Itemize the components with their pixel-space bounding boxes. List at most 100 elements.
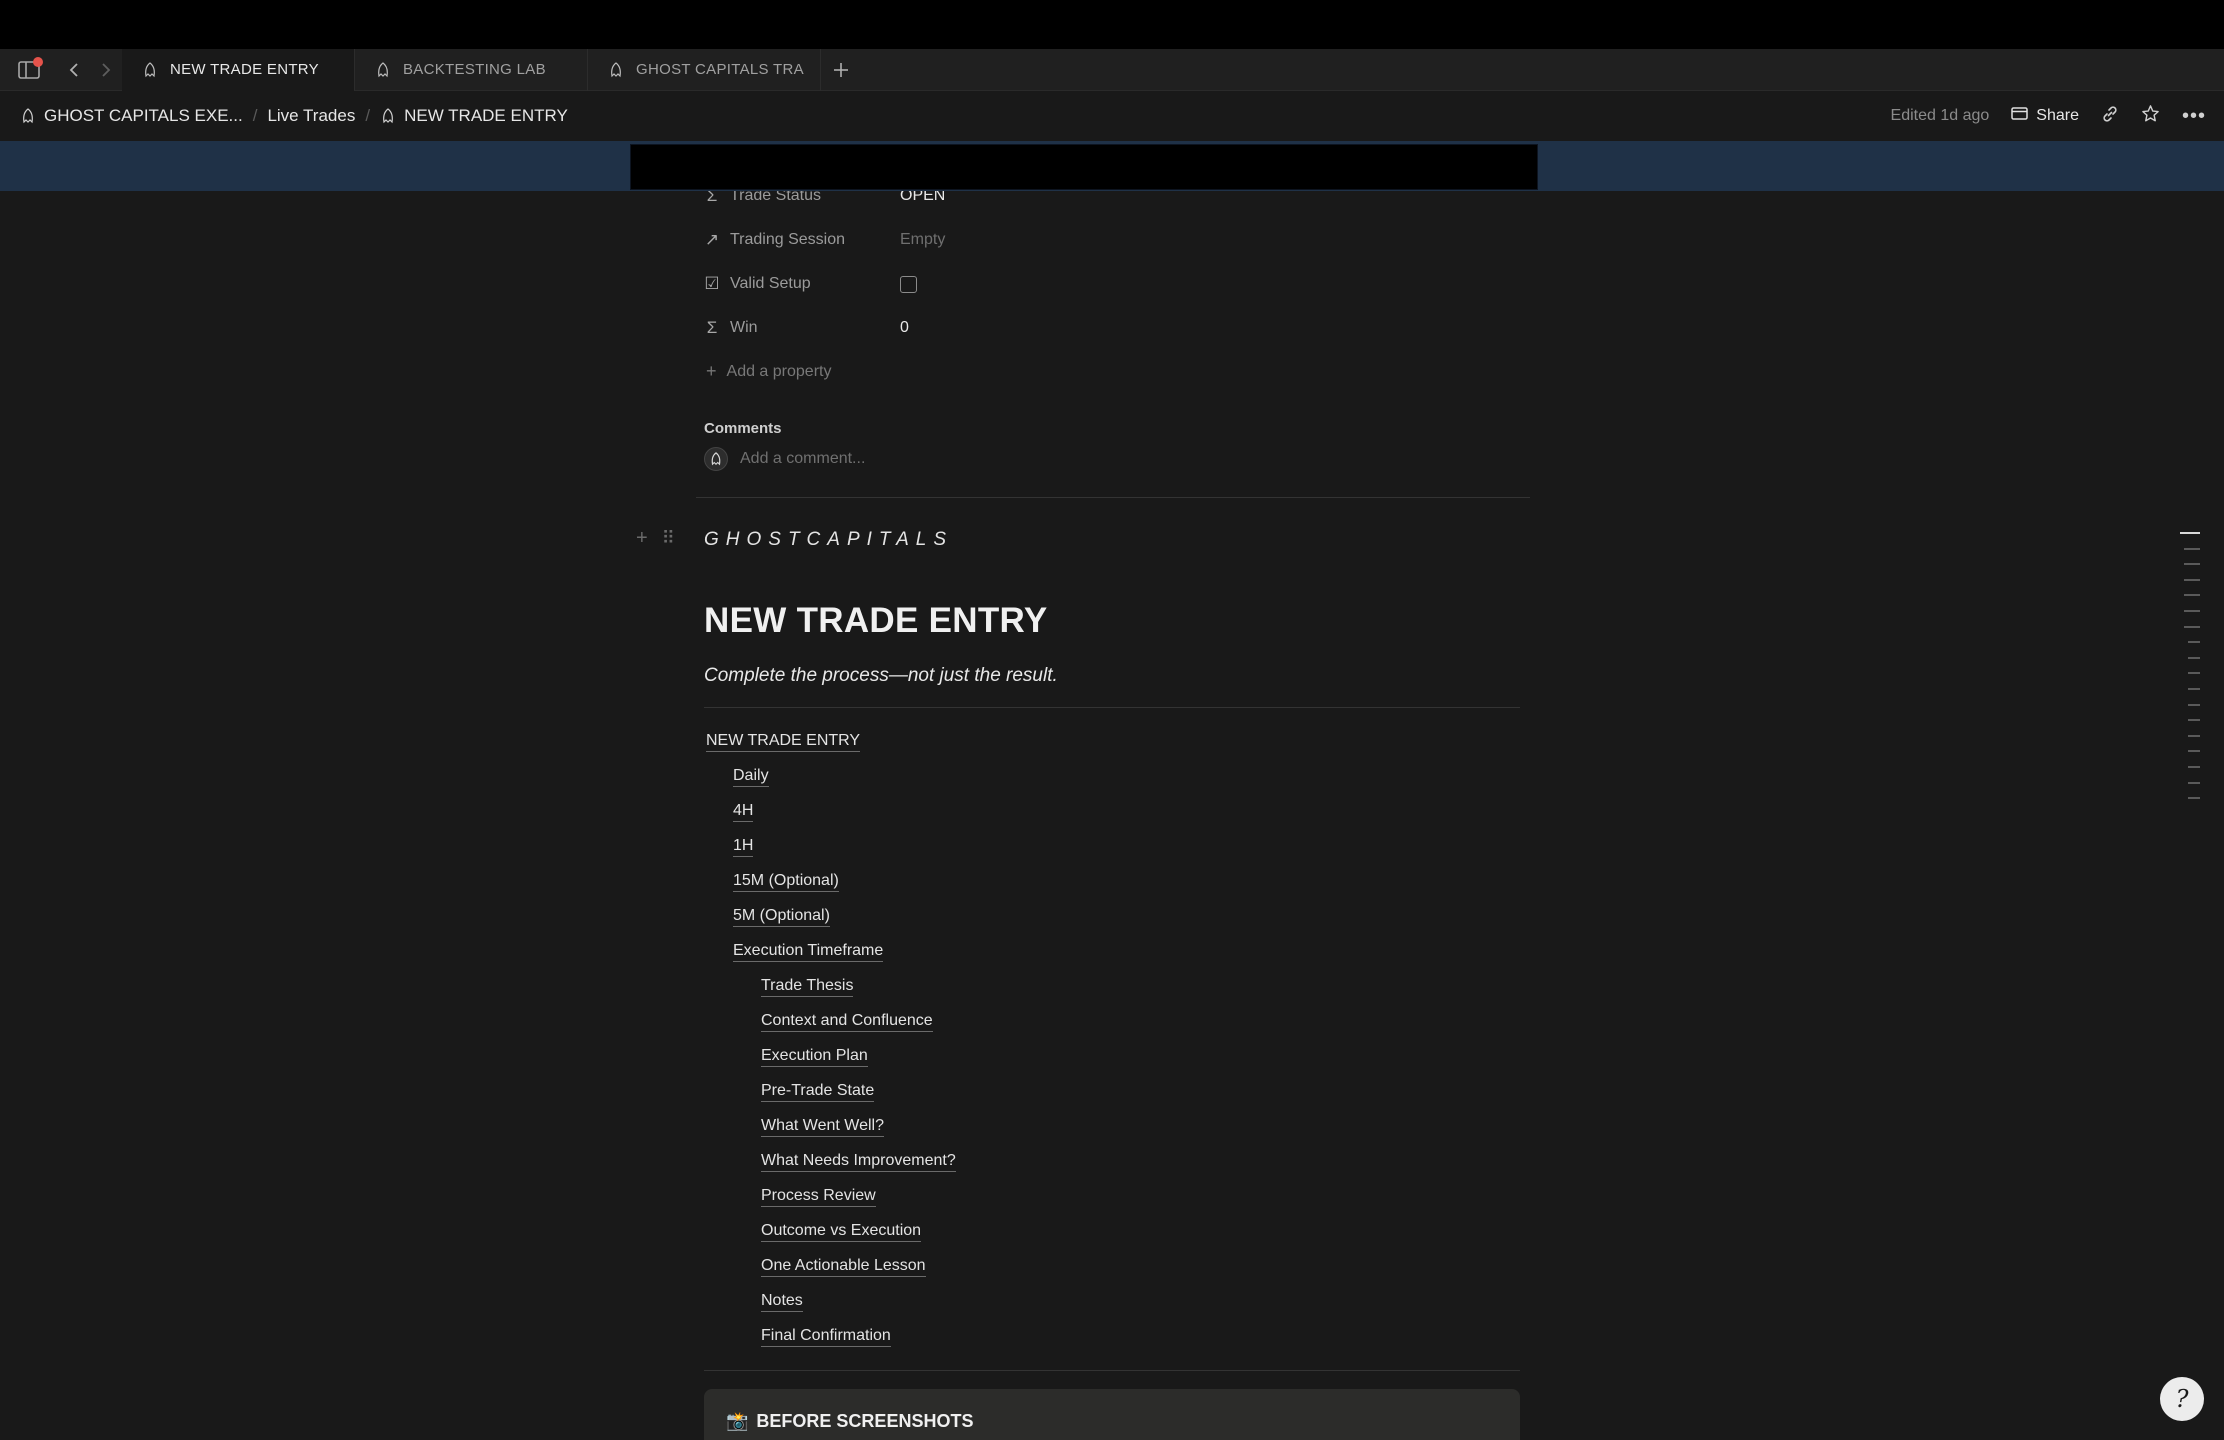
- callout-label: BEFORE SCREENSHOTS: [756, 1411, 974, 1431]
- property-value[interactable]: OPEN: [900, 191, 945, 205]
- tab-bar: NEW TRADE ENTRY BACKTESTING LAB GHOST CAPI…: [0, 48, 2224, 91]
- toc-link[interactable]: What Went Well?: [761, 1116, 885, 1137]
- drag-handle-icon[interactable]: ⠿: [662, 528, 675, 549]
- outline-marker[interactable]: [2184, 563, 2200, 566]
- avatar: [704, 447, 728, 471]
- toc-link[interactable]: Pre-Trade State: [761, 1081, 875, 1102]
- property-label: Valid Setup: [730, 275, 811, 292]
- toc-link[interactable]: Outcome vs Execution: [761, 1221, 922, 1242]
- property-label: Win: [730, 319, 758, 336]
- breadcrumb-live-trades[interactable]: Live Trades: [267, 106, 355, 126]
- page-outline-minimap[interactable]: [2180, 532, 2202, 813]
- share-label: Share: [2036, 107, 2079, 124]
- ghost-logo-icon: [380, 108, 396, 124]
- help-icon: ?: [2175, 1385, 2189, 1413]
- forward-arrow-icon[interactable]: [90, 49, 122, 91]
- property-row[interactable]: Σ Trade Status OPEN: [704, 191, 946, 211]
- block-handles[interactable]: + ⠿: [636, 527, 675, 550]
- breadcrumb-separator: /: [365, 106, 371, 125]
- property-label: Trade Status: [730, 191, 822, 204]
- browser-tab[interactable]: GHOST CAPITALS TRA: [588, 48, 821, 91]
- help-button[interactable]: ?: [2160, 1377, 2204, 1421]
- toc-link[interactable]: Trade Thesis: [761, 976, 854, 997]
- outline-marker[interactable]: [2188, 656, 2200, 659]
- breadcrumb: GHOST CAPITALS EXE... / Live Trades / NE…: [0, 91, 2224, 141]
- property-name[interactable]: ☑ Valid Setup: [704, 274, 900, 293]
- before-screenshots-callout[interactable]: 📸 BEFORE SCREENSHOTS: [704, 1389, 1520, 1440]
- outline-marker[interactable]: [2184, 594, 2200, 597]
- toc-link[interactable]: Final Confirmation: [761, 1326, 891, 1347]
- toc-link[interactable]: Execution Plan: [761, 1046, 868, 1067]
- plus-icon[interactable]: [821, 49, 861, 91]
- share-button[interactable]: Share: [2011, 106, 2079, 126]
- outline-marker[interactable]: [2188, 672, 2200, 675]
- breadcrumb-label: Live Trades: [267, 106, 356, 125]
- outline-marker[interactable]: [2188, 719, 2200, 722]
- breadcrumb-label: GHOST CAPITALS EXE...: [44, 106, 243, 125]
- outline-marker[interactable]: [2188, 703, 2200, 706]
- notification-dot: [33, 56, 43, 67]
- comment-input[interactable]: Add a comment...: [704, 447, 865, 471]
- outline-marker[interactable]: [2188, 687, 2200, 690]
- add-block-icon[interactable]: +: [636, 527, 648, 550]
- outline-marker[interactable]: [2188, 734, 2200, 737]
- toc-link[interactable]: One Actionable Lesson: [761, 1256, 926, 1277]
- outline-marker[interactable]: [2188, 797, 2200, 800]
- plus-icon: +: [706, 361, 717, 381]
- outline-marker[interactable]: [2180, 532, 2200, 534]
- property-row[interactable]: ☑ Valid Setup: [704, 269, 917, 299]
- page-subtitle: Complete the process—not just the result…: [704, 665, 1058, 686]
- breadcrumb-workspace[interactable]: GHOST CAPITALS EXE...: [20, 106, 243, 126]
- property-name[interactable]: ↗ Trading Session: [704, 230, 900, 249]
- star-icon[interactable]: [2141, 104, 2160, 128]
- share-icon: [2011, 106, 2029, 126]
- more-options-icon[interactable]: •••: [2182, 105, 2206, 128]
- back-arrow-icon[interactable]: [58, 49, 90, 91]
- outline-marker[interactable]: [2188, 641, 2200, 644]
- property-name[interactable]: Σ Win: [704, 318, 900, 337]
- outline-marker[interactable]: [2184, 578, 2200, 581]
- breadcrumb-current-page[interactable]: NEW TRADE ENTRY: [380, 106, 568, 126]
- outline-marker[interactable]: [2184, 547, 2200, 550]
- tab-label: GHOST CAPITALS TRA: [636, 61, 804, 78]
- page-title: NEW TRADE ENTRY: [704, 601, 1048, 640]
- toc-link[interactable]: NEW TRADE ENTRY: [706, 731, 861, 752]
- property-row[interactable]: ↗ Trading Session Empty: [704, 225, 945, 255]
- checkbox-property-icon: ☑: [704, 274, 720, 293]
- toc-link[interactable]: What Needs Improvement?: [761, 1151, 956, 1172]
- toc-link[interactable]: Context and Confluence: [761, 1011, 933, 1032]
- toc-link[interactable]: 5M (Optional): [733, 906, 830, 927]
- relation-arrow-icon: ↗: [704, 230, 720, 249]
- outline-marker[interactable]: [2188, 750, 2200, 753]
- property-value[interactable]: 0: [900, 319, 909, 337]
- toc-divider: [704, 1370, 1520, 1371]
- valid-setup-checkbox[interactable]: [900, 275, 917, 293]
- property-row[interactable]: Σ Win 0: [704, 313, 909, 343]
- add-property-button[interactable]: + Add a property: [706, 361, 831, 382]
- ghost-logo-icon: [608, 61, 624, 78]
- outline-marker[interactable]: [2188, 781, 2200, 784]
- toc-link[interactable]: Daily: [733, 766, 769, 787]
- ghost-logo-icon: [375, 61, 391, 78]
- outline-marker[interactable]: [2184, 625, 2200, 628]
- outline-marker[interactable]: [2188, 765, 2200, 768]
- toc-link[interactable]: Notes: [761, 1291, 803, 1312]
- add-property-label: Add a property: [726, 362, 832, 380]
- cover-image: [630, 144, 1538, 190]
- toc-link[interactable]: 4H: [733, 801, 754, 822]
- toc-link[interactable]: 1H: [733, 836, 754, 857]
- sidebar-toggle-icon[interactable]: [0, 49, 58, 91]
- link-icon[interactable]: [2101, 105, 2119, 128]
- browser-tab[interactable]: BACKTESTING LAB: [355, 48, 588, 91]
- sigma-icon: Σ: [706, 191, 718, 205]
- browser-tab[interactable]: NEW TRADE ENTRY: [122, 48, 355, 91]
- title-divider: [704, 707, 1520, 708]
- toc-link[interactable]: Execution Timeframe: [733, 941, 884, 962]
- toc-link[interactable]: 15M (Optional): [733, 871, 839, 892]
- outline-marker[interactable]: [2184, 609, 2200, 612]
- comment-placeholder: Add a comment...: [740, 450, 866, 467]
- property-name[interactable]: Σ Trade Status: [704, 191, 900, 205]
- property-value[interactable]: Empty: [900, 231, 945, 249]
- toc-link[interactable]: Process Review: [761, 1186, 876, 1207]
- ghost-logo-icon: [20, 108, 36, 124]
